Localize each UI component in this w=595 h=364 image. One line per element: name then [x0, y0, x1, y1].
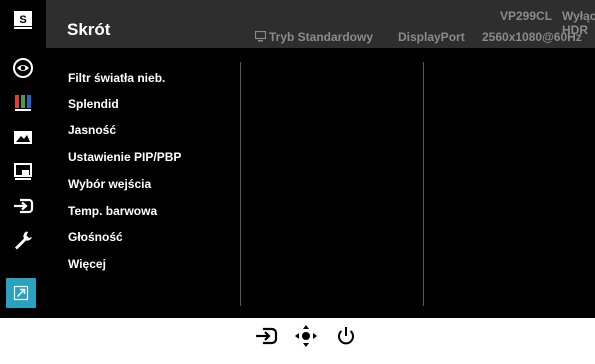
monitor-icon [255, 31, 266, 42]
pip-icon[interactable] [6, 154, 40, 188]
menu-item-more[interactable]: Więcej [68, 257, 106, 271]
color-bars-icon[interactable] [6, 85, 40, 119]
osd-menu: S Skrót VP299CL Wyłąc HDR Tryb Standardo… [0, 0, 595, 318]
page-title: Skrót [67, 20, 111, 39]
input-icon[interactable] [6, 189, 40, 223]
power-icon [338, 327, 354, 345]
svg-text:S: S [19, 14, 26, 26]
input-status: DisplayPort [398, 30, 465, 44]
menu-item-pip-pbp[interactable]: Ustawienie PIP/PBP [68, 150, 181, 164]
header-bar: Skrót VP299CL Wyłącz HDR Tryb Standardow… [46, 0, 595, 48]
navigation-joystick-icon [295, 325, 317, 347]
menu-item-blue-light-filter[interactable]: Filtr światła nieb. [68, 71, 165, 85]
input-button[interactable] [252, 322, 280, 350]
menu-item-color-temp[interactable]: Temp. barwowa [68, 204, 157, 218]
navigation-joystick-button[interactable] [292, 322, 320, 350]
wrench-icon[interactable] [6, 223, 40, 257]
input-icon [256, 327, 278, 345]
column-divider [240, 62, 241, 306]
image-icon[interactable] [6, 120, 40, 154]
column-divider [423, 62, 424, 306]
mode-status: Tryb Standardowy [269, 30, 374, 44]
menu-item-splendid[interactable]: Splendid [68, 97, 119, 111]
model-name: VP299CL [500, 9, 553, 23]
sidebar: S [0, 0, 46, 318]
shortcut-s-icon[interactable]: S [6, 3, 40, 37]
resolution-status: 2560x1080@60Hz [482, 30, 582, 44]
menu-item-input-select[interactable]: Wybór wejścia [68, 177, 151, 191]
menu-item-brightness[interactable]: Jasność [68, 123, 116, 137]
power-button[interactable] [332, 322, 360, 350]
shortcut-arrow-icon[interactable] [6, 278, 36, 308]
menu-item-volume[interactable]: Głośność [68, 230, 123, 244]
eye-icon[interactable] [6, 51, 40, 85]
